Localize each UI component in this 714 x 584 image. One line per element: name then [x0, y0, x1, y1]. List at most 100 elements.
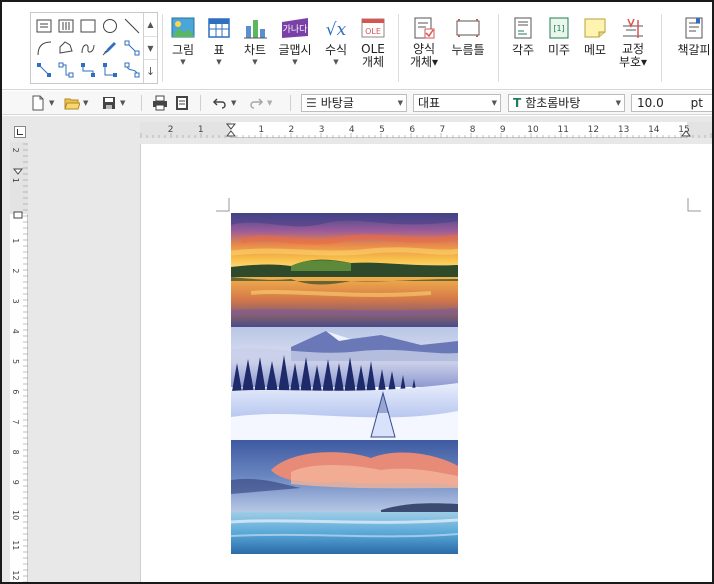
svg-text:[1]: [1]	[553, 24, 564, 33]
ruler-label: 1	[11, 238, 20, 243]
table-icon	[208, 18, 230, 38]
table-button[interactable]: 표 ▼	[199, 16, 239, 82]
proofreading-label: 교정 부호▾	[618, 42, 648, 69]
memo-button[interactable]: 메모	[575, 16, 615, 82]
sunset-lake-image	[231, 213, 458, 327]
tab-stop-selector[interactable]	[14, 126, 26, 138]
pen-icon[interactable]	[99, 37, 121, 59]
bookmark-button[interactable]: 책갈피	[672, 16, 712, 82]
ruler-label: 9	[500, 125, 506, 135]
print-preview-button[interactable]	[174, 95, 190, 111]
chevron-down-icon[interactable]: ▼	[120, 99, 125, 107]
chevron-down-icon: ▼	[180, 58, 186, 66]
font-size-input[interactable]: 10.0 pt	[631, 94, 712, 112]
ribbon-separator	[398, 14, 399, 82]
horizontal-ruler[interactable]: 2 1 1 2 3 4 5 6 7 8 9 10 11 12 13 14 15	[140, 122, 712, 138]
font-select[interactable]: T 함초롬바탕 ▼	[508, 94, 625, 112]
chart-button[interactable]: 차트 ▼	[235, 16, 275, 82]
toolbar-separator	[290, 95, 291, 111]
sea-sunset-photo[interactable]	[231, 440, 458, 554]
wordart-button[interactable]: 가나다 글맵시 ▼	[275, 16, 315, 82]
picture-button[interactable]: 그림 ▼	[163, 16, 203, 82]
field-button[interactable]: 누름틀	[448, 16, 488, 82]
ruler-label: 2	[11, 148, 20, 153]
ellipse-icon[interactable]	[99, 15, 121, 37]
endnote-icon: [1]	[549, 17, 569, 39]
ruler-label: 5	[11, 359, 20, 364]
snowy-forest-photo[interactable]	[231, 327, 458, 440]
toolbar-separator	[141, 95, 142, 111]
connector-step-icon[interactable]	[77, 59, 99, 81]
textbox-icon[interactable]	[33, 15, 55, 37]
connector-straight-icon[interactable]	[33, 59, 55, 81]
scroll-up-icon[interactable]: ▲	[144, 13, 157, 37]
ribbon-separator	[498, 14, 499, 82]
truetype-font-icon: T	[513, 96, 522, 110]
scroll-down-icon[interactable]: ▼	[144, 37, 157, 61]
ruler-label: 3	[11, 299, 20, 304]
ruler-label: 8	[11, 450, 20, 455]
redo-button[interactable]: ▼	[248, 95, 272, 111]
open-document-button[interactable]: ▼	[64, 95, 88, 111]
curve-icon[interactable]	[77, 37, 99, 59]
connector-line-icon[interactable]	[121, 37, 143, 59]
rectangle-icon[interactable]	[77, 15, 99, 37]
ole-label-line2: 개체	[361, 55, 385, 69]
print-preview-icon	[176, 96, 188, 110]
chevron-down-icon[interactable]: ▼	[49, 99, 54, 107]
ruler-label: 5	[379, 125, 385, 135]
ruler-label: 7	[440, 125, 446, 135]
snowy-forest-image	[231, 327, 458, 440]
equation-label: 수식	[324, 43, 348, 57]
ruler-label: 9	[11, 480, 20, 485]
line-icon[interactable]	[121, 15, 143, 37]
connector-elbow-icon[interactable]	[55, 59, 77, 81]
equation-button[interactable]: √x 수식 ▼	[316, 16, 356, 82]
picture-label: 그림	[171, 43, 195, 57]
endnote-button[interactable]: [1] 미주	[539, 16, 579, 82]
ruler-label: 11	[557, 125, 568, 135]
new-document-button[interactable]: ▼	[30, 95, 54, 111]
save-button[interactable]: ▼	[101, 95, 125, 111]
undo-button[interactable]: ▼	[212, 95, 236, 111]
ole-button[interactable]: OLE OLE 개체	[353, 16, 393, 82]
folder-open-icon	[64, 98, 80, 110]
table-label: 표	[213, 43, 225, 57]
polygon-icon[interactable]	[55, 37, 77, 59]
chevron-down-icon[interactable]: ▼	[83, 99, 88, 107]
sunset-lake-photo[interactable]	[231, 213, 458, 327]
toolbar-separator	[200, 95, 201, 111]
equation-icon: √x	[326, 20, 347, 40]
chevron-down-icon: ▼	[292, 58, 298, 66]
language-value: 대표	[418, 96, 441, 110]
chevron-down-icon[interactable]: ▼	[267, 99, 272, 107]
connector-curved-icon[interactable]	[121, 59, 143, 81]
form-object-icon	[414, 17, 435, 39]
vertical-ruler[interactable]: 2 1 1 2 3 4 5 6 7 8 9 10 11 12	[10, 142, 28, 582]
wordart-label: 글맵시	[278, 43, 312, 57]
chevron-down-icon: ▼	[491, 99, 497, 107]
vertical-textbox-icon[interactable]	[55, 15, 77, 37]
arc-icon[interactable]	[33, 37, 55, 59]
svg-text:√x: √x	[326, 20, 347, 40]
connector-bent-icon[interactable]	[99, 59, 121, 81]
form-object-button[interactable]: 양식 개체▾	[404, 16, 444, 82]
bookmark-icon	[685, 17, 703, 39]
language-select[interactable]: 대표 ▼	[413, 94, 501, 112]
expand-gallery-icon[interactable]: ↓	[144, 60, 157, 83]
ruler-label: 14	[648, 125, 660, 135]
endnote-label: 미주	[547, 43, 571, 57]
wordart-icon: 가나다	[282, 18, 308, 38]
style-select[interactable]: ☰ 바탕글 ▼	[301, 94, 407, 112]
font-size-unit: pt	[690, 96, 703, 110]
ruler-label: 2	[11, 268, 20, 273]
chevron-down-icon[interactable]: ▼	[231, 99, 236, 107]
ruler-label: 8	[470, 125, 476, 135]
font-value: 함초롬바탕	[525, 96, 581, 110]
footnote-button[interactable]: 각주	[503, 16, 543, 82]
ruler-label: 2	[289, 125, 295, 135]
print-button[interactable]	[152, 95, 168, 111]
bookmark-label: 책갈피	[677, 43, 711, 57]
shape-gallery-scroll[interactable]: ▲ ▼ ↓	[143, 13, 157, 83]
proofreading-button[interactable]: 교정 부호▾	[613, 16, 653, 82]
